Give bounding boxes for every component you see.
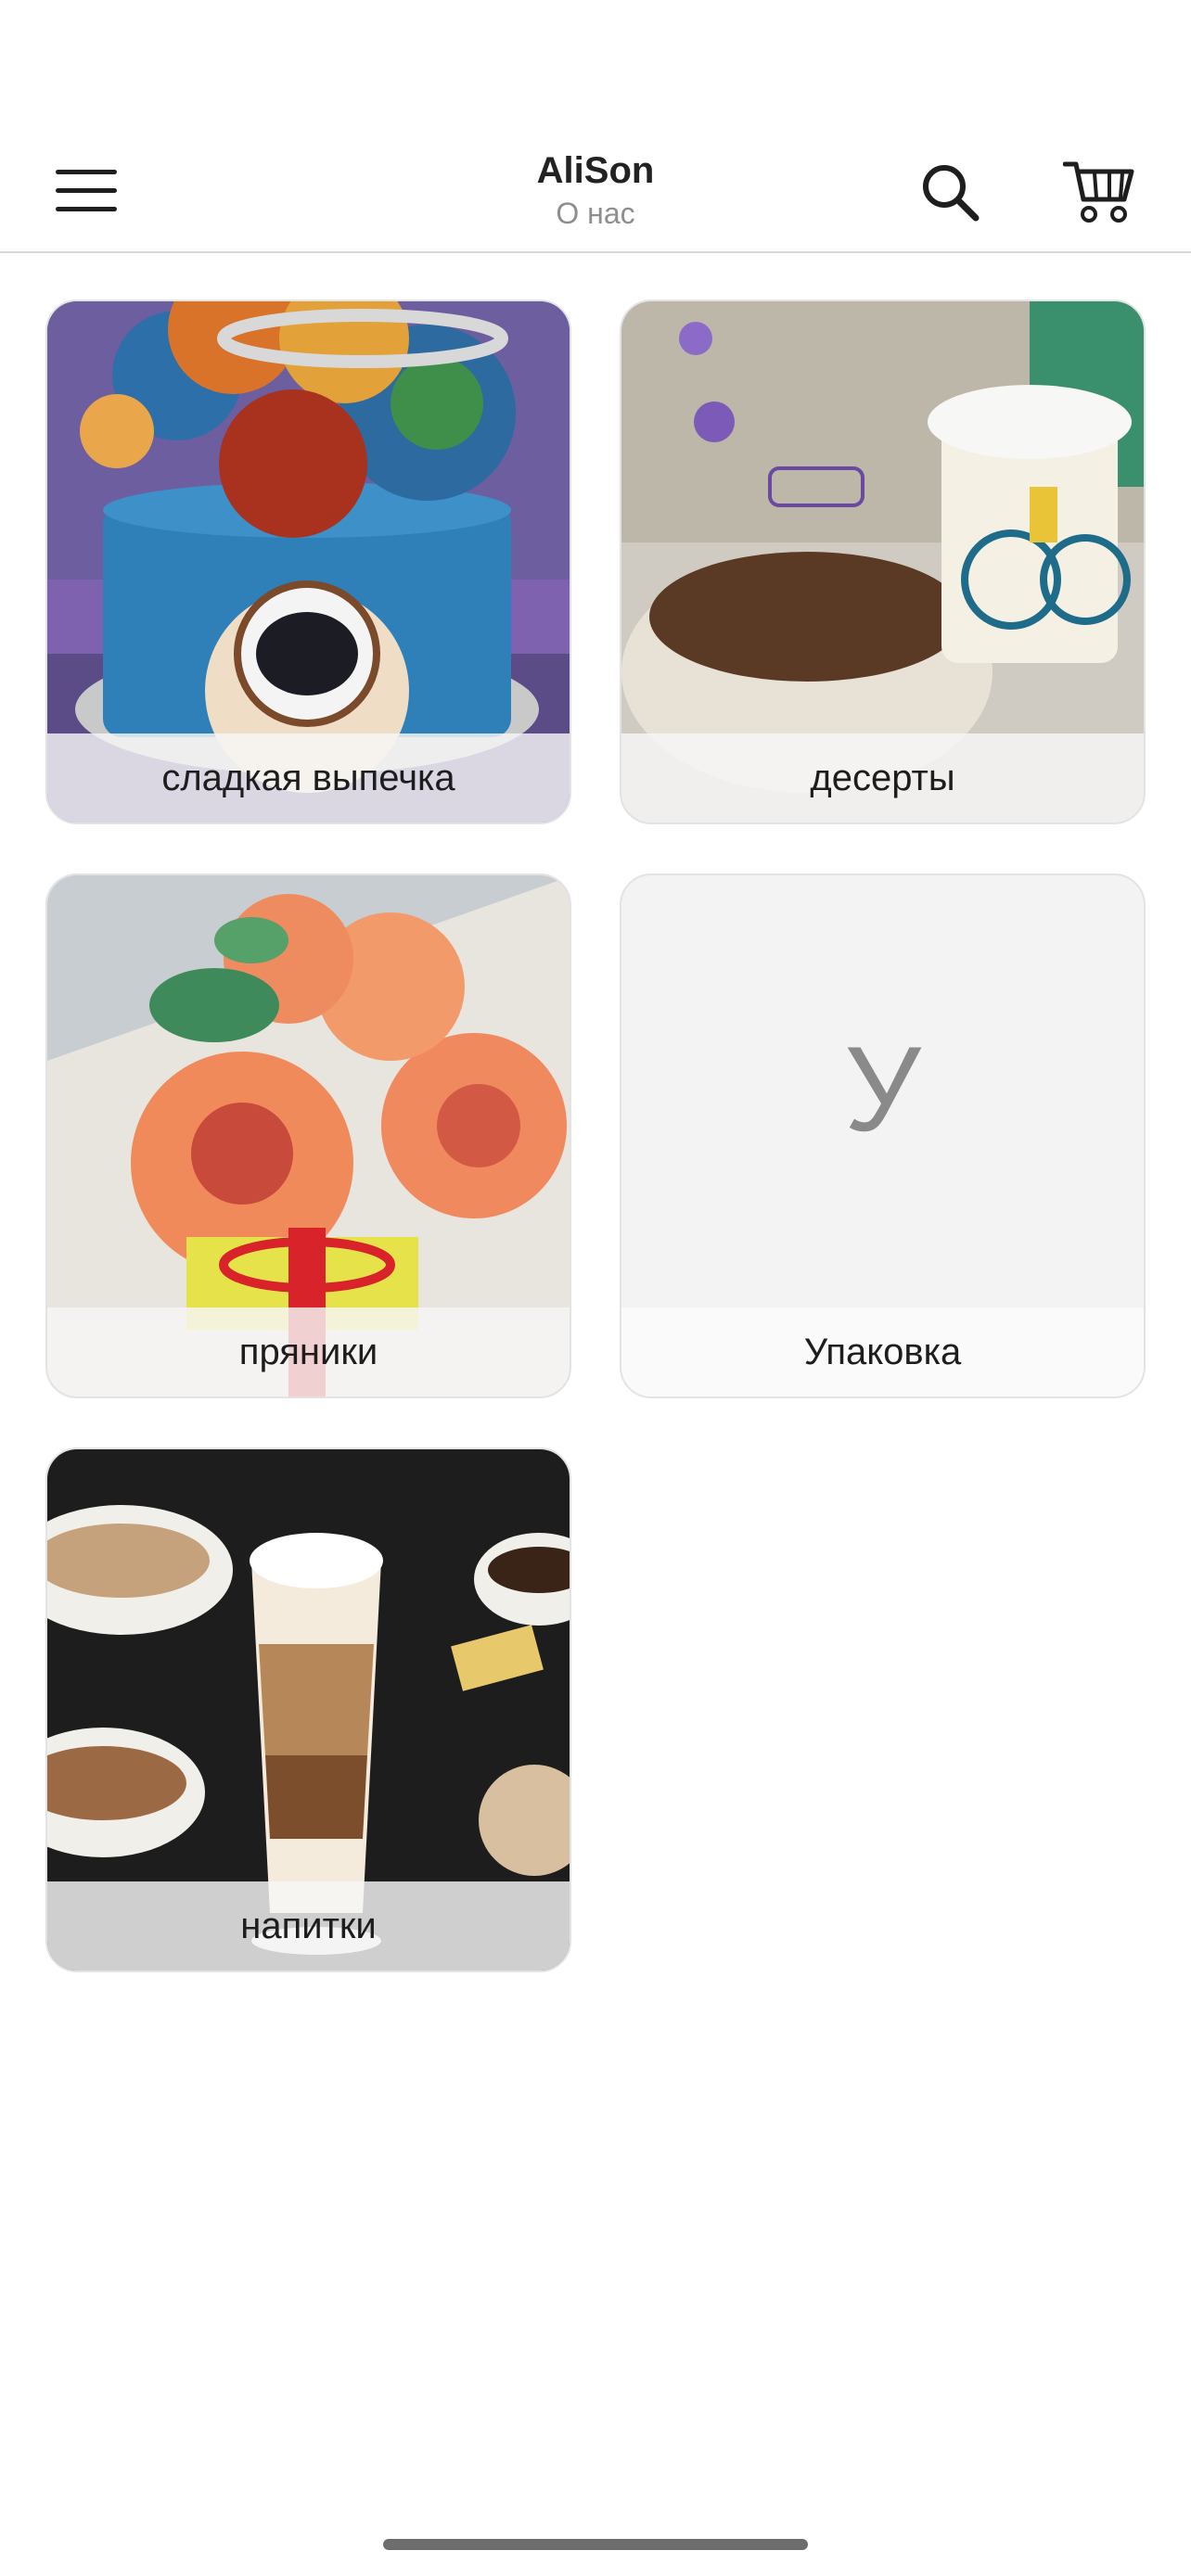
- shopping-cart-icon[interactable]: [1062, 157, 1137, 225]
- category-label: пряники: [47, 1307, 570, 1396]
- header-title-block: AliSon О нас: [0, 147, 1191, 233]
- home-indicator[interactable]: [383, 2539, 808, 2550]
- app-title: AliSon: [536, 150, 655, 191]
- placeholder-letter: У: [844, 1021, 921, 1156]
- category-label: десерты: [621, 733, 1144, 823]
- about-link[interactable]: О нас: [0, 194, 1191, 233]
- app-header: AliSon О нас: [0, 134, 1191, 253]
- category-card-desserts[interactable]: десерты: [620, 300, 1146, 824]
- category-label: напитки: [47, 1881, 570, 1970]
- category-card-gingerbread[interactable]: пряники: [45, 874, 571, 1398]
- category-card-drinks[interactable]: напитки: [45, 1447, 571, 1972]
- search-icon[interactable]: [918, 160, 983, 225]
- category-card-sweet-pastry[interactable]: сладкая выпечка: [45, 300, 571, 824]
- category-label: Упаковка: [621, 1307, 1144, 1396]
- status-bar: [0, 0, 1191, 134]
- category-label: сладкая выпечка: [47, 733, 570, 823]
- category-card-packaging[interactable]: У Упаковка: [620, 874, 1146, 1398]
